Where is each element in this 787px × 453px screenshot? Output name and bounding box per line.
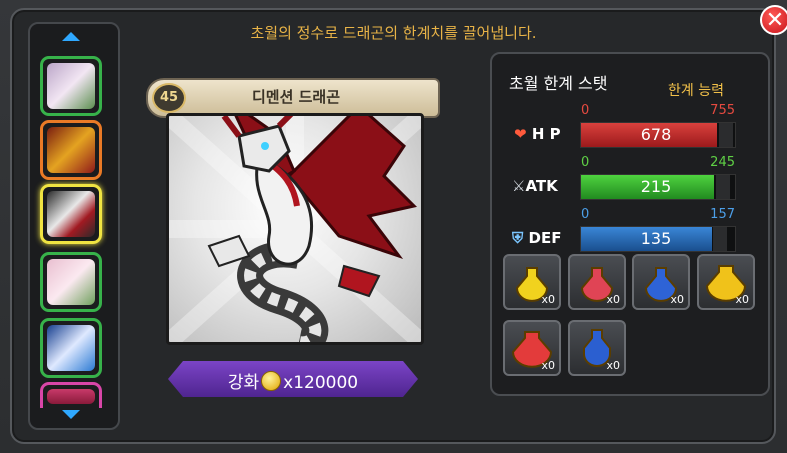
- atk-max: 245: [710, 155, 735, 170]
- close-icon: ✕: [765, 8, 785, 33]
- stats-subtitle: 한계 능력: [668, 83, 724, 99]
- atk-value: 215: [640, 177, 672, 196]
- heart-icon: ❤: [514, 125, 527, 143]
- close-button[interactable]: ✕: [760, 5, 787, 35]
- crossed-swords-icon: ⚔: [512, 177, 526, 195]
- hp-max: 755: [710, 103, 735, 118]
- potion-slot-3[interactable]: x0: [632, 254, 690, 310]
- dragon-illustration: [169, 116, 421, 342]
- potion-qty: x0: [606, 359, 620, 372]
- dragon-slot-6[interactable]: [40, 382, 102, 408]
- dragon-slot-2[interactable]: [40, 120, 102, 180]
- potion-slot-5[interactable]: x0: [503, 320, 561, 376]
- def-value: 135: [640, 229, 672, 248]
- potion-qty: x0: [606, 293, 620, 306]
- potion-qty: x0: [670, 293, 684, 306]
- hp-value: 678: [640, 125, 672, 144]
- dragon-slot-5[interactable]: [40, 318, 102, 378]
- level-badge: 45: [152, 83, 186, 113]
- gold-coin-icon: [261, 371, 282, 391]
- enhance-text: 강화: [227, 373, 260, 393]
- def-min: 0: [581, 207, 590, 222]
- potion-qty: x0: [541, 293, 555, 306]
- enhance-button-label[interactable]: 강화 x120000: [168, 368, 418, 393]
- hp-min: 0: [581, 103, 590, 118]
- chevron-up-icon[interactable]: [62, 32, 80, 41]
- dragon-slot-3-selected[interactable]: [40, 184, 102, 244]
- dragon-name: 디멘션 드래곤: [251, 88, 341, 106]
- atk-label: ⚔ATK: [512, 177, 558, 195]
- potion-slot-1[interactable]: x0: [503, 254, 561, 310]
- atk-min: 0: [581, 155, 590, 170]
- enhance-cost: x120000: [283, 373, 359, 393]
- chevron-down-icon[interactable]: [62, 410, 80, 419]
- potion-qty: x0: [735, 293, 749, 306]
- stats-title: 초월 한계 스탯: [509, 74, 608, 93]
- potion-slot-2[interactable]: x0: [568, 254, 626, 310]
- def-label: ⛨ DEF: [512, 229, 562, 247]
- dragon-portrait: [166, 113, 424, 345]
- hp-label: ❤ H P: [514, 125, 561, 143]
- shield-icon: ⛨: [512, 229, 524, 247]
- def-max: 157: [710, 207, 735, 222]
- potion-slot-4[interactable]: x0: [697, 254, 755, 310]
- dragon-slot-1[interactable]: [40, 56, 102, 116]
- potion-qty: x0: [541, 359, 555, 372]
- potion-slot-6[interactable]: x0: [568, 320, 626, 376]
- dragon-list[interactable]: [28, 22, 120, 430]
- dragon-slot-4[interactable]: [40, 252, 102, 312]
